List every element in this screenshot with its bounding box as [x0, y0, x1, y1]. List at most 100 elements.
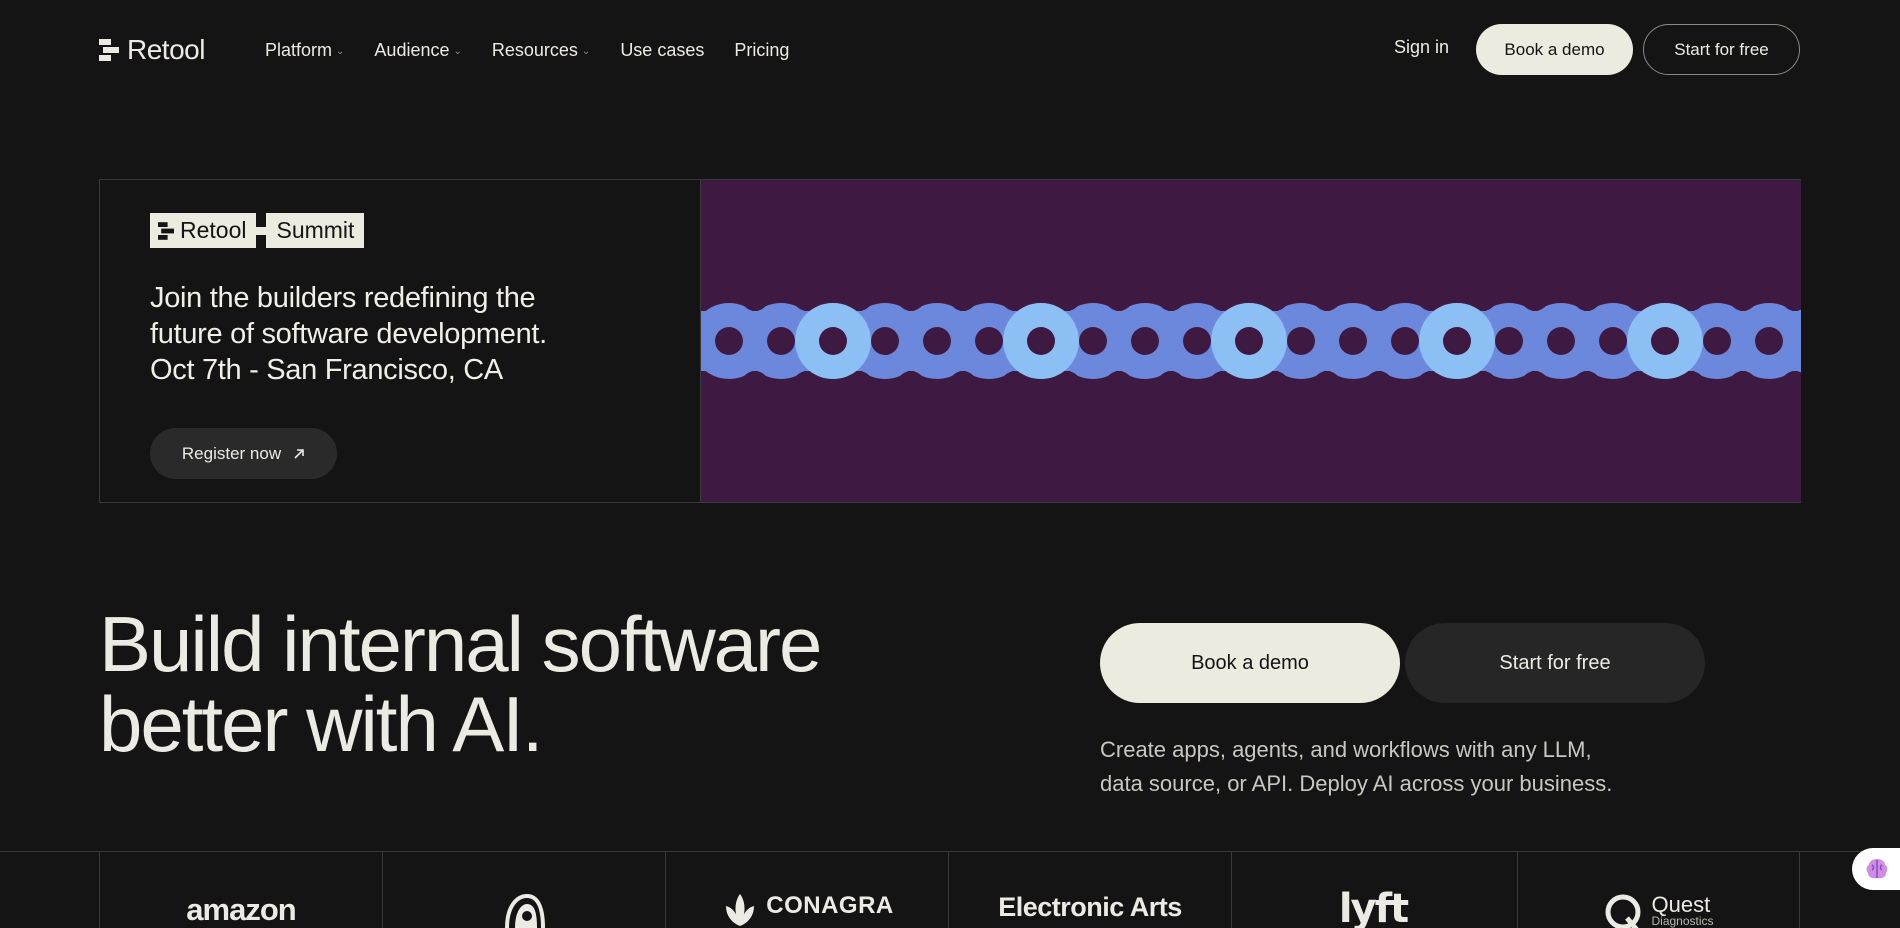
hero-subtitle: Create apps, agents, and workflows with … — [1100, 733, 1660, 801]
chain-ring-hole — [1443, 327, 1471, 355]
summit-banner: Retool Summit Join the builders redefini… — [99, 179, 1801, 503]
main-menu: Platform ⌄ Audience ⌄ Resources ⌄ Use ca… — [265, 40, 789, 61]
chain-notch — [1729, 371, 1757, 399]
hero-subtitle-line-2: data source, or API. Deploy AI across yo… — [1100, 771, 1613, 796]
summit-logo-retool-text: Retool — [180, 217, 247, 243]
hero-title-line-1: Build internal software — [99, 600, 822, 688]
chain-ring-hole — [1027, 327, 1055, 355]
menu-use-cases[interactable]: Use cases — [620, 40, 704, 61]
chain-notch — [1157, 371, 1185, 399]
menu-pricing-label: Pricing — [734, 40, 790, 60]
chain-notch — [1313, 283, 1341, 311]
chain-notch — [1105, 283, 1133, 311]
logo-electronic-arts: Electronic Arts — [948, 852, 1231, 928]
chain-notch — [1105, 371, 1133, 399]
chain-notch — [1521, 371, 1549, 399]
logo-conagra: CONAGRA — [665, 852, 948, 928]
chain-hole — [1599, 327, 1627, 355]
chain-notch — [1729, 283, 1757, 311]
chain-hole — [1183, 327, 1211, 355]
chain-hole — [1755, 327, 1783, 355]
chain-notch — [1365, 283, 1393, 311]
menu-resources[interactable]: Resources ⌄ — [492, 40, 590, 61]
assistant-widget[interactable] — [1852, 848, 1900, 890]
chain-notch — [1365, 371, 1393, 399]
quest-logo-subtext: Diagnostics — [1651, 914, 1714, 928]
chain-hole — [1495, 327, 1523, 355]
chain-notch — [897, 371, 925, 399]
chevron-down-icon: ⌄ — [581, 46, 591, 57]
taco-bell-icon — [505, 893, 545, 928]
register-now-button[interactable]: Register now — [150, 428, 337, 479]
amazon-logo-text: amazon — [186, 892, 296, 927]
conagra-logo: CONAGRA — [720, 892, 894, 926]
chain-hole — [1547, 327, 1575, 355]
retool-logo[interactable]: Retool — [99, 34, 205, 66]
summit-logo-retool: Retool — [150, 213, 257, 248]
hero-book-demo-button[interactable]: Book a demo — [1100, 623, 1400, 703]
chain-hole — [1703, 327, 1731, 355]
lyft-logo-text: lyft — [1338, 886, 1409, 928]
banner-headline: Join the builders redefining the future … — [150, 280, 650, 388]
chain-notch — [1157, 283, 1185, 311]
chain-notch — [1573, 283, 1601, 311]
chain-notch — [897, 283, 925, 311]
banner-content: Retool Summit Join the builders redefini… — [100, 180, 701, 502]
chain-notch — [1573, 371, 1601, 399]
banner-line-3: Oct 7th - San Francisco, CA — [150, 354, 503, 386]
chain-graphic — [701, 283, 1801, 399]
hero-start-free-button[interactable]: Start for free — [1405, 623, 1705, 703]
chain-hole — [1079, 327, 1107, 355]
top-navigation: Retool Platform ⌄ Audience ⌄ Resources ⌄… — [0, 0, 1900, 100]
chain-notch — [741, 371, 769, 399]
chain-notch — [949, 283, 977, 311]
chain-hole — [1391, 327, 1419, 355]
chain-hole — [923, 327, 951, 355]
chain-hole — [1339, 327, 1367, 355]
hero-subtitle-line-1: Create apps, agents, and workflows with … — [1100, 737, 1592, 762]
brand-name: Retool — [127, 34, 205, 65]
quest-logo-words: Quest Diagnostics — [1651, 892, 1713, 928]
chain-notch — [949, 371, 977, 399]
menu-platform[interactable]: Platform ⌄ — [265, 40, 344, 61]
menu-audience[interactable]: Audience ⌄ — [374, 40, 461, 61]
chain-notch — [741, 283, 769, 311]
logo-taco-bell — [382, 852, 665, 928]
banner-line-2: future of software development. — [150, 318, 547, 350]
chain-hole — [871, 327, 899, 355]
chain-hole — [975, 327, 1003, 355]
chevron-down-icon: ⌄ — [336, 46, 345, 57]
chain-notch — [1521, 283, 1549, 311]
menu-platform-label: Platform — [265, 40, 333, 60]
retool-summit-logo: Retool Summit — [150, 213, 365, 248]
menu-use-cases-label: Use cases — [620, 40, 705, 60]
menu-resources-label: Resources — [491, 40, 578, 60]
chain-ring-hole — [1235, 327, 1263, 355]
summit-logo-summit-text: Summit — [276, 217, 355, 243]
banner-line-1: Join the builders redefining the — [150, 282, 536, 314]
quest-logo: Quest Diagnostics — [1603, 892, 1714, 928]
chain-hole — [1287, 327, 1315, 355]
retool-logo-icon — [99, 39, 119, 61]
customer-logos: amazon CONAGRA Electronic Arts lyft Ques… — [0, 851, 1900, 928]
chain-hole — [767, 327, 795, 355]
summit-logo-summit: Summit — [266, 213, 365, 248]
logo-lyft: lyft — [1231, 852, 1514, 928]
ea-logo-text: Electronic Arts — [998, 892, 1182, 922]
chain-hole — [715, 327, 743, 355]
brain-icon — [1866, 859, 1888, 879]
chevron-down-icon: ⌄ — [453, 46, 462, 57]
chain-ring-hole — [819, 327, 847, 355]
nav-start-free-button[interactable]: Start for free — [1643, 24, 1800, 75]
summit-logo-connector — [256, 226, 267, 235]
conagra-logo-text: CONAGRA — [766, 892, 894, 919]
retool-logo-icon — [158, 221, 174, 240]
logo-quest: Quest Diagnostics — [1517, 852, 1800, 928]
register-now-label: Register now — [181, 443, 282, 463]
nav-book-demo-button[interactable]: Book a demo — [1476, 24, 1633, 75]
sign-in-link[interactable]: Sign in — [1394, 37, 1449, 58]
menu-pricing[interactable]: Pricing — [734, 40, 789, 61]
menu-audience-label: Audience — [374, 40, 450, 60]
conagra-leaf-icon — [726, 894, 755, 926]
hero-title-line-2: better with AI. — [99, 680, 544, 768]
